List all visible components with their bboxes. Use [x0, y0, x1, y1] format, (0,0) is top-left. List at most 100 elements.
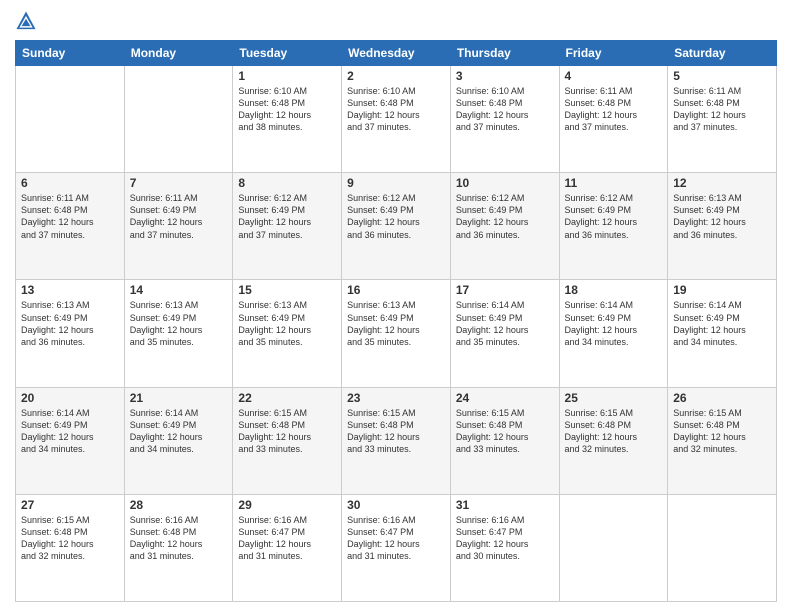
day-number: 15: [238, 283, 336, 297]
day-number: 20: [21, 391, 119, 405]
calendar-cell: 27Sunrise: 6:15 AM Sunset: 6:48 PM Dayli…: [16, 494, 125, 601]
day-info: Sunrise: 6:16 AM Sunset: 6:47 PM Dayligh…: [238, 514, 336, 563]
day-number: 30: [347, 498, 445, 512]
day-info: Sunrise: 6:13 AM Sunset: 6:49 PM Dayligh…: [21, 299, 119, 348]
day-number: 22: [238, 391, 336, 405]
calendar-cell: 26Sunrise: 6:15 AM Sunset: 6:48 PM Dayli…: [668, 387, 777, 494]
calendar-cell: 21 Sunrise: 6:14 AM Sunset: 6:49 PM Dayli…: [124, 387, 233, 494]
calendar-cell: 30 Sunrise: 6:16 AM Sunset: 6:47 PM Dayli…: [342, 494, 451, 601]
week-row-3: 13 Sunrise: 6:13 AM Sunset: 6:49 PM Dayli…: [16, 280, 777, 387]
day-info: Sunrise: 6:16 AM Sunset: 6:47 PM Dayligh…: [347, 514, 445, 563]
day-number: 31: [456, 498, 554, 512]
calendar-cell: 6 Sunrise: 6:11 AM Sunset: 6:48 PM Daylig…: [16, 173, 125, 280]
calendar-cell: 19Sunrise: 6:14 AM Sunset: 6:49 PM Dayli…: [668, 280, 777, 387]
calendar-cell: 7 Sunrise: 6:11 AM Sunset: 6:49 PM Daylig…: [124, 173, 233, 280]
day-info: Sunrise: 6:13 AM Sunset: 6:49 PM Dayligh…: [673, 192, 771, 241]
logo: [15, 10, 41, 32]
day-info: Sunrise: 6:11 AM Sunset: 6:48 PM Dayligh…: [565, 85, 663, 134]
day-number: 29: [238, 498, 336, 512]
calendar-cell: 22 Sunrise: 6:15 AM Sunset: 6:48 PM Dayli…: [233, 387, 342, 494]
weekday-header-row: SundayMondayTuesdayWednesdayThursdayFrid…: [16, 41, 777, 66]
day-info: Sunrise: 6:10 AM Sunset: 6:48 PM Dayligh…: [238, 85, 336, 134]
day-info: Sunrise: 6:13 AM Sunset: 6:49 PM Dayligh…: [238, 299, 336, 348]
calendar-cell: 15 Sunrise: 6:13 AM Sunset: 6:49 PM Dayli…: [233, 280, 342, 387]
calendar-cell: 13 Sunrise: 6:13 AM Sunset: 6:49 PM Dayli…: [16, 280, 125, 387]
day-number: 14: [130, 283, 228, 297]
calendar-cell: 1 Sunrise: 6:10 AM Sunset: 6:48 PM Daylig…: [233, 66, 342, 173]
calendar-cell: [16, 66, 125, 173]
calendar-cell: 2 Sunrise: 6:10 AM Sunset: 6:48 PM Daylig…: [342, 66, 451, 173]
calendar-cell: 20Sunrise: 6:14 AM Sunset: 6:49 PM Dayli…: [16, 387, 125, 494]
day-info: Sunrise: 6:13 AM Sunset: 6:49 PM Dayligh…: [130, 299, 228, 348]
calendar-cell: 5 Sunrise: 6:11 AM Sunset: 6:48 PM Daylig…: [668, 66, 777, 173]
calendar-cell: [559, 494, 668, 601]
day-number: 18: [565, 283, 663, 297]
day-number: 17: [456, 283, 554, 297]
day-number: 5: [673, 69, 771, 83]
header: [15, 10, 777, 32]
day-info: Sunrise: 6:11 AM Sunset: 6:48 PM Dayligh…: [21, 192, 119, 241]
day-info: Sunrise: 6:15 AM Sunset: 6:48 PM Dayligh…: [456, 407, 554, 456]
day-number: 16: [347, 283, 445, 297]
weekday-header-friday: Friday: [559, 41, 668, 66]
calendar-cell: 17 Sunrise: 6:14 AM Sunset: 6:49 PM Dayli…: [450, 280, 559, 387]
logo-icon: [15, 10, 37, 32]
day-number: 21: [130, 391, 228, 405]
weekday-header-monday: Monday: [124, 41, 233, 66]
day-info: Sunrise: 6:15 AM Sunset: 6:48 PM Dayligh…: [347, 407, 445, 456]
day-info: Sunrise: 6:15 AM Sunset: 6:48 PM Dayligh…: [21, 514, 119, 563]
day-number: 23: [347, 391, 445, 405]
day-number: 12: [673, 176, 771, 190]
weekday-header-thursday: Thursday: [450, 41, 559, 66]
calendar-cell: 28 Sunrise: 6:16 AM Sunset: 6:48 PM Dayli…: [124, 494, 233, 601]
weekday-header-sunday: Sunday: [16, 41, 125, 66]
day-number: 25: [565, 391, 663, 405]
week-row-4: 20 Sunrise: 6:14 AM Sunset: 6:49 PM Dayli…: [16, 387, 777, 494]
day-info: Sunrise: 6:14 AM Sunset: 6:49 PM Dayligh…: [130, 407, 228, 456]
day-number: 1: [238, 69, 336, 83]
day-number: 10: [456, 176, 554, 190]
calendar-cell: 8 Sunrise: 6:12 AM Sunset: 6:49 PM Daylig…: [233, 173, 342, 280]
calendar-cell: [124, 66, 233, 173]
day-info: Sunrise: 6:13 AM Sunset: 6:49 PM Dayligh…: [347, 299, 445, 348]
day-number: 8: [238, 176, 336, 190]
day-number: 6: [21, 176, 119, 190]
day-number: 11: [565, 176, 663, 190]
day-info: Sunrise: 6:15 AM Sunset: 6:48 PM Dayligh…: [238, 407, 336, 456]
week-row-2: 6 Sunrise: 6:11 AM Sunset: 6:48 PM Daylig…: [16, 173, 777, 280]
calendar-cell: 29 Sunrise: 6:16 AM Sunset: 6:47 PM Dayli…: [233, 494, 342, 601]
calendar-cell: 31 Sunrise: 6:16 AM Sunset: 6:47 PM Dayli…: [450, 494, 559, 601]
day-number: 13: [21, 283, 119, 297]
day-info: Sunrise: 6:14 AM Sunset: 6:49 PM Dayligh…: [565, 299, 663, 348]
day-number: 28: [130, 498, 228, 512]
calendar-cell: 23 Sunrise: 6:15 AM Sunset: 6:48 PM Dayli…: [342, 387, 451, 494]
calendar-cell: 18 Sunrise: 6:14 AM Sunset: 6:49 PM Dayli…: [559, 280, 668, 387]
day-info: Sunrise: 6:10 AM Sunset: 6:48 PM Dayligh…: [456, 85, 554, 134]
day-info: Sunrise: 6:14 AM Sunset: 6:49 PM Dayligh…: [456, 299, 554, 348]
weekday-header-wednesday: Wednesday: [342, 41, 451, 66]
day-number: 24: [456, 391, 554, 405]
day-info: Sunrise: 6:12 AM Sunset: 6:49 PM Dayligh…: [238, 192, 336, 241]
calendar-table: SundayMondayTuesdayWednesdayThursdayFrid…: [15, 40, 777, 602]
day-info: Sunrise: 6:11 AM Sunset: 6:48 PM Dayligh…: [673, 85, 771, 134]
day-info: Sunrise: 6:16 AM Sunset: 6:47 PM Dayligh…: [456, 514, 554, 563]
day-info: Sunrise: 6:10 AM Sunset: 6:48 PM Dayligh…: [347, 85, 445, 134]
calendar-cell: 16 Sunrise: 6:13 AM Sunset: 6:49 PM Dayli…: [342, 280, 451, 387]
weekday-header-saturday: Saturday: [668, 41, 777, 66]
day-info: Sunrise: 6:12 AM Sunset: 6:49 PM Dayligh…: [347, 192, 445, 241]
day-info: Sunrise: 6:12 AM Sunset: 6:49 PM Dayligh…: [456, 192, 554, 241]
day-number: 9: [347, 176, 445, 190]
calendar-cell: 11Sunrise: 6:12 AM Sunset: 6:49 PM Dayli…: [559, 173, 668, 280]
calendar-cell: 12 Sunrise: 6:13 AM Sunset: 6:49 PM Dayli…: [668, 173, 777, 280]
calendar-cell: [668, 494, 777, 601]
day-info: Sunrise: 6:16 AM Sunset: 6:48 PM Dayligh…: [130, 514, 228, 563]
day-info: Sunrise: 6:15 AM Sunset: 6:48 PM Dayligh…: [565, 407, 663, 456]
day-number: 3: [456, 69, 554, 83]
calendar-cell: 14 Sunrise: 6:13 AM Sunset: 6:49 PM Dayli…: [124, 280, 233, 387]
calendar-cell: 9 Sunrise: 6:12 AM Sunset: 6:49 PM Daylig…: [342, 173, 451, 280]
day-number: 2: [347, 69, 445, 83]
day-info: Sunrise: 6:11 AM Sunset: 6:49 PM Dayligh…: [130, 192, 228, 241]
calendar-cell: 24 Sunrise: 6:15 AM Sunset: 6:48 PM Dayli…: [450, 387, 559, 494]
day-number: 7: [130, 176, 228, 190]
calendar-cell: 10 Sunrise: 6:12 AM Sunset: 6:49 PM Dayli…: [450, 173, 559, 280]
